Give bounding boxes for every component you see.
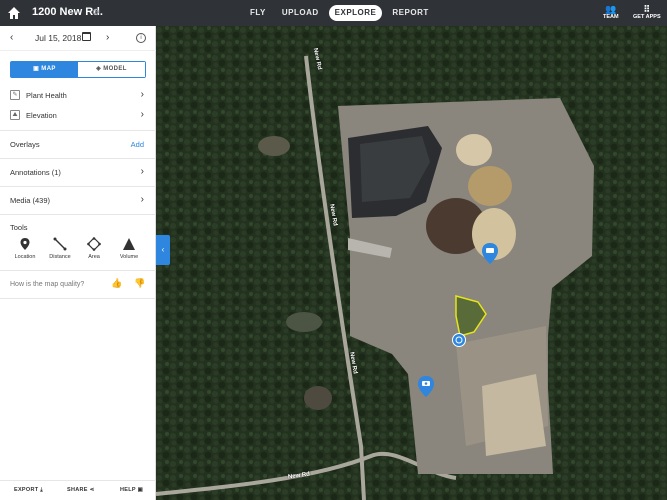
chevron-right-icon: › bbox=[140, 89, 144, 100]
model-view-button[interactable]: ◈ MODEL bbox=[78, 62, 145, 77]
tool-label: Area bbox=[88, 254, 100, 260]
export-icon: ⤓ bbox=[40, 487, 43, 493]
model-label: MODEL bbox=[103, 66, 127, 72]
calendar-icon[interactable] bbox=[82, 32, 91, 41]
sidebar: ‹ Jul 15, 2018 › i ▣ MAP ◈ MODEL ✎ Plant… bbox=[0, 26, 156, 500]
gravel-yard bbox=[482, 374, 546, 456]
help-label: HELP bbox=[120, 487, 136, 493]
tool-label: Distance bbox=[49, 254, 71, 260]
share-label: SHARE bbox=[67, 487, 88, 493]
top-bar: 1200 New Rd. ⚙ FLY UPLOAD EXPLORE REPORT… bbox=[0, 0, 667, 26]
tool-location[interactable]: Location bbox=[10, 237, 40, 260]
map-quality-question: How is the map quality? bbox=[10, 281, 85, 288]
map-label: MAP bbox=[41, 66, 56, 72]
chevron-right-icon: › bbox=[140, 194, 144, 205]
distance-icon bbox=[53, 237, 67, 251]
apps-grid-icon: ⠿ bbox=[643, 4, 651, 14]
help-button[interactable]: HELP ▣ bbox=[120, 487, 143, 493]
team-icon: 👥 bbox=[605, 4, 617, 14]
view-toggle: ▣ MAP ◈ MODEL bbox=[10, 61, 146, 78]
house-clearing bbox=[286, 312, 322, 332]
chevron-left-icon[interactable]: ‹ bbox=[10, 32, 13, 43]
team-button[interactable]: 👥 TEAM bbox=[603, 4, 619, 20]
main-nav: FLY UPLOAD EXPLORE REPORT bbox=[244, 5, 435, 21]
plant-health-icon: ✎ bbox=[10, 90, 20, 100]
tool-volume[interactable]: Volume bbox=[114, 237, 144, 260]
export-button[interactable]: EXPORT ⤓ bbox=[14, 487, 43, 494]
divider bbox=[0, 270, 156, 271]
tools-title: Tools bbox=[10, 223, 28, 232]
nav-fly[interactable]: FLY bbox=[244, 5, 272, 21]
annotations-label: Annotations (1) bbox=[10, 168, 61, 177]
area-icon bbox=[87, 237, 101, 251]
gear-icon[interactable]: ⚙ bbox=[92, 7, 100, 18]
team-label: TEAM bbox=[603, 14, 619, 20]
layer-label: Elevation bbox=[26, 111, 57, 120]
chevron-right-icon[interactable]: › bbox=[106, 32, 109, 43]
annotations-row[interactable]: Annotations (1) › bbox=[0, 159, 156, 185]
nav-upload[interactable]: UPLOAD bbox=[276, 5, 325, 21]
divider bbox=[0, 214, 156, 215]
house-clearing bbox=[304, 386, 332, 410]
home-icon[interactable] bbox=[6, 5, 22, 21]
help-icon: ▣ bbox=[137, 487, 144, 493]
thumbs-up-icon[interactable]: 👍 bbox=[111, 278, 122, 289]
thumbs-down-icon[interactable]: 👎 bbox=[134, 278, 145, 289]
stockpile bbox=[456, 134, 492, 166]
layer-elevation[interactable]: ⛰ Elevation › bbox=[0, 105, 156, 127]
add-overlay-link[interactable]: Add bbox=[131, 140, 144, 149]
share-icon: ⋖ bbox=[89, 487, 95, 493]
export-label: EXPORT bbox=[14, 487, 39, 493]
volume-icon bbox=[123, 238, 135, 250]
tool-area[interactable]: Area bbox=[79, 237, 109, 260]
layer-label: Plant Health bbox=[26, 91, 67, 100]
collapse-sidebar-button[interactable]: ‹ bbox=[156, 235, 170, 265]
tool-distance[interactable]: Distance bbox=[45, 237, 75, 260]
tool-label: Volume bbox=[119, 254, 139, 260]
tool-label: Location bbox=[14, 254, 36, 260]
chevron-right-icon: › bbox=[140, 166, 144, 177]
overlays-row: Overlays Add bbox=[0, 131, 156, 157]
sidebar-footer: EXPORT ⤓ SHARE ⋖ HELP ▣ bbox=[0, 480, 156, 500]
media-label: Media (439) bbox=[10, 196, 51, 205]
nav-explore[interactable]: EXPLORE bbox=[328, 5, 383, 21]
overlays-label: Overlays bbox=[10, 140, 40, 149]
divider bbox=[0, 298, 156, 299]
media-row[interactable]: Media (439) › bbox=[0, 187, 156, 213]
get-apps-label: GET APPS bbox=[633, 14, 661, 20]
stockpile bbox=[468, 166, 512, 206]
nav-report[interactable]: REPORT bbox=[386, 5, 434, 21]
info-icon[interactable]: i bbox=[136, 33, 146, 43]
elevation-icon: ⛰ bbox=[10, 110, 20, 120]
get-apps-button[interactable]: ⠿ GET APPS bbox=[633, 4, 661, 20]
chevron-right-icon: › bbox=[140, 109, 144, 120]
date-selector[interactable]: Jul 15, 2018 bbox=[35, 33, 81, 43]
location-pin-icon bbox=[20, 238, 30, 250]
house-clearing bbox=[258, 136, 290, 156]
date-bar: ‹ Jul 15, 2018 › i bbox=[0, 26, 156, 51]
share-button[interactable]: SHARE ⋖ bbox=[67, 487, 95, 493]
map-view[interactable]: New Rd New Rd New Rd New Rd bbox=[156, 26, 667, 500]
map-view-button[interactable]: ▣ MAP bbox=[11, 62, 78, 77]
panorama-marker[interactable] bbox=[452, 333, 466, 347]
map-canvas[interactable] bbox=[156, 26, 667, 500]
layer-plant-health[interactable]: ✎ Plant Health › bbox=[0, 85, 156, 107]
